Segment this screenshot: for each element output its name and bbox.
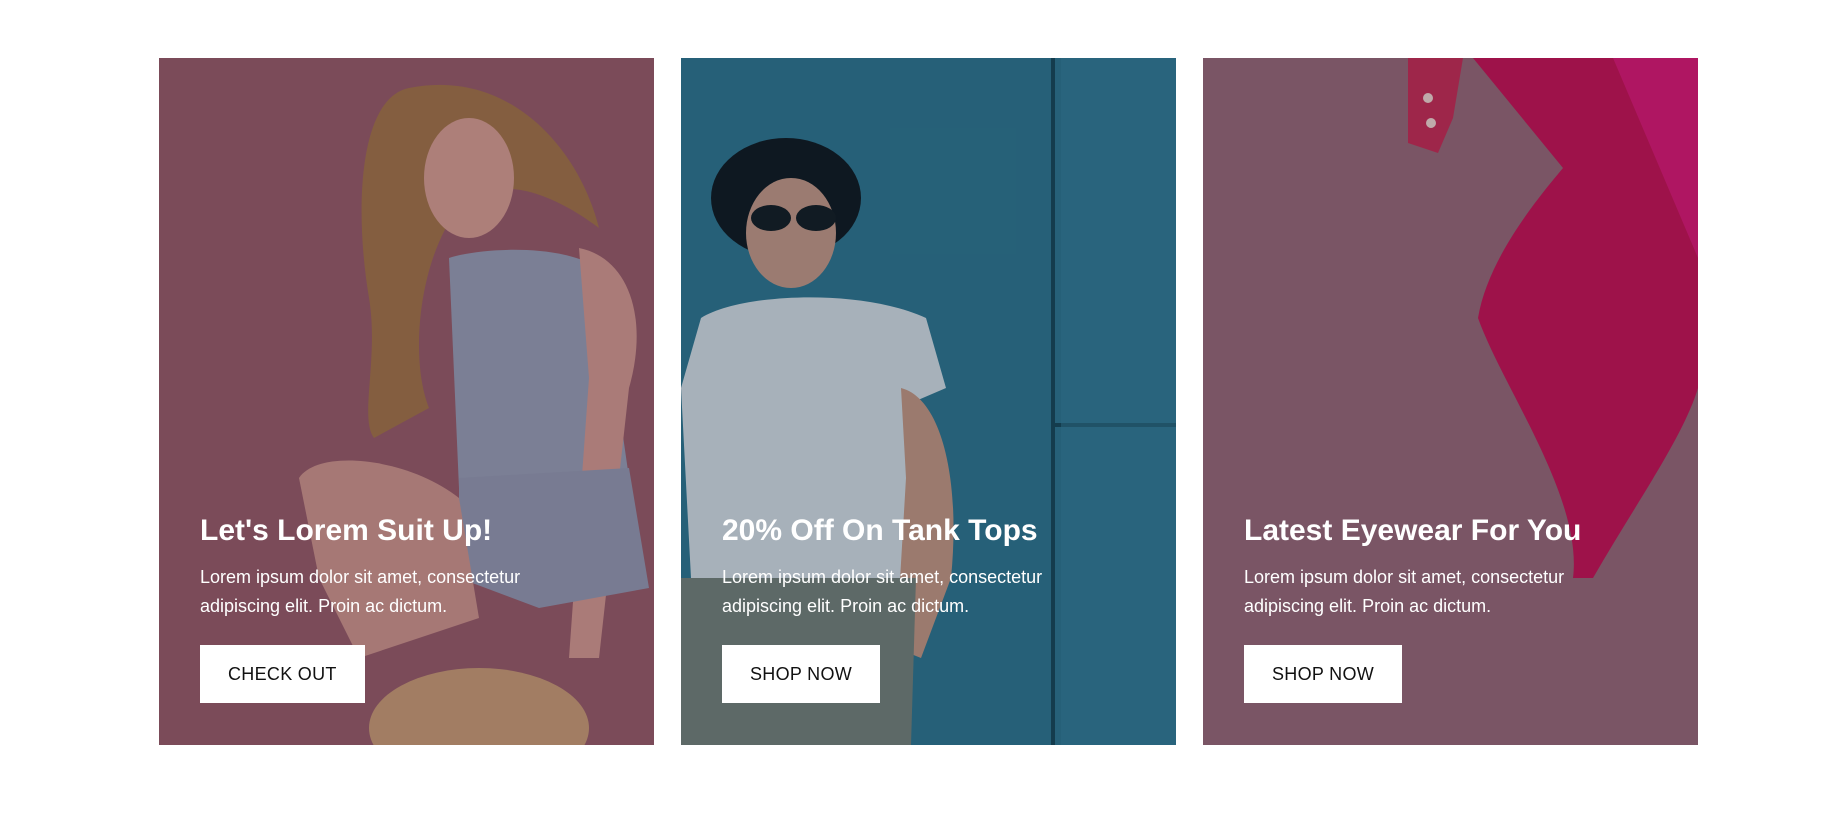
check-out-button[interactable]: CHECK OUT — [200, 645, 365, 703]
promo-banner-row: Let's Lorem Suit Up! Lorem ipsum dolor s… — [159, 58, 1699, 745]
card-description: Lorem ipsum dolor sit amet, consectetur … — [722, 567, 1043, 616]
card-description: Lorem ipsum dolor sit amet, consectetur … — [200, 567, 521, 616]
card-title: Latest Eyewear For You — [1244, 514, 1582, 547]
card-content: Let's Lorem Suit Up! Lorem ipsum dolor s… — [200, 513, 620, 703]
shop-now-button[interactable]: SHOP NOW — [1244, 645, 1403, 703]
shop-now-button[interactable]: SHOP NOW — [722, 645, 881, 703]
card-title: 20% Off On Tank Tops — [722, 514, 1038, 547]
card-content: 20% Off On Tank Tops Lorem ipsum dolor s… — [722, 513, 1142, 703]
promo-card-suit-up[interactable]: Let's Lorem Suit Up! Lorem ipsum dolor s… — [159, 58, 654, 745]
promo-card-eyewear[interactable]: Latest Eyewear For You Lorem ipsum dolor… — [1203, 58, 1698, 745]
card-description: Lorem ipsum dolor sit amet, consectetur … — [1244, 567, 1565, 616]
card-title: Let's Lorem Suit Up! — [200, 514, 493, 547]
card-content: Latest Eyewear For You Lorem ipsum dolor… — [1244, 513, 1664, 703]
promo-card-tank-tops[interactable]: 20% Off On Tank Tops Lorem ipsum dolor s… — [681, 58, 1176, 745]
